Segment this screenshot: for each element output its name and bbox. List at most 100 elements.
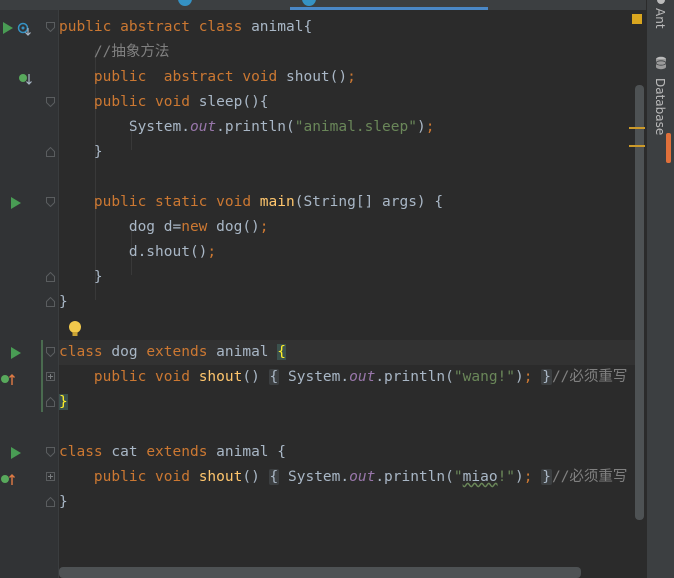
code-token: out [349, 369, 376, 385]
code-token: sleep [198, 94, 243, 110]
code-line[interactable]: } [59, 490, 635, 515]
ant-tool-icon[interactable] [657, 0, 665, 4]
code-line[interactable]: } [59, 140, 635, 165]
code-line[interactable]: } [59, 390, 635, 415]
code-line[interactable]: public void shout() { System.out.println… [59, 365, 635, 390]
code-token: abstract [163, 69, 243, 85]
class-tab-icon [178, 0, 192, 6]
ant-tool-button[interactable]: Ant [653, 8, 667, 29]
code-token: ; [207, 244, 217, 260]
code-line[interactable]: public abstract void shout(); [59, 65, 635, 90]
code-token: public [59, 69, 164, 85]
fold-end-icon[interactable] [46, 497, 55, 507]
fold-expand-icon[interactable] [46, 372, 55, 382]
fold-end-icon[interactable] [46, 397, 55, 407]
code-line[interactable]: System.out.println("animal.sleep"); [59, 115, 635, 140]
code-line[interactable]: } [59, 265, 635, 290]
code-token: () [242, 469, 269, 485]
code-token: new [181, 219, 217, 235]
vertical-scroll-thumb[interactable] [635, 85, 644, 520]
implemented-icon[interactable] [17, 21, 31, 36]
code-line[interactable]: class cat extends animal { [59, 440, 635, 465]
code-token: !" [497, 469, 516, 485]
error-stripe-marker[interactable] [629, 145, 645, 147]
code-token: (){ [242, 94, 269, 110]
code-line[interactable]: public void sleep(){ [59, 90, 635, 115]
code-line[interactable] [59, 315, 635, 340]
code-token[interactable]: { [268, 369, 280, 385]
code-token: void [155, 369, 199, 385]
code-token: ; [523, 469, 533, 485]
right-tool-window-bar: Ant Database [646, 0, 674, 578]
code-token: class [198, 19, 252, 35]
code-token: shout [198, 469, 243, 485]
code-line[interactable] [59, 165, 635, 190]
code-token: class [59, 444, 112, 460]
fold-end-icon[interactable] [46, 297, 55, 307]
run-class-cat-icon[interactable] [11, 447, 21, 459]
code-token: .println( [375, 369, 454, 385]
code-token: } [59, 294, 68, 310]
class-tab-icon [302, 0, 316, 6]
code-token: abstract [120, 19, 199, 35]
editor-tab-strip [0, 0, 646, 10]
code-token: " [453, 469, 463, 485]
code-token: dog [111, 344, 147, 360]
database-tool-button[interactable]: Database [653, 78, 667, 135]
fold-expand-icon[interactable] [46, 472, 55, 482]
fold-start-icon[interactable] [46, 447, 55, 457]
code-token: out [189, 119, 217, 135]
code-token: void [242, 69, 286, 85]
code-token: void [155, 94, 199, 110]
code-token: shout [198, 369, 243, 385]
horizontal-scrollbar[interactable] [59, 567, 581, 578]
vertical-scrollbar[interactable] [635, 10, 646, 578]
code-token: static [155, 194, 217, 210]
code-token[interactable]: } [541, 469, 552, 485]
fold-end-icon[interactable] [46, 147, 55, 157]
code-editor[interactable]: public abstract class animal{ //抽象方法 pub… [59, 10, 635, 578]
warning-indicator-icon[interactable] [632, 14, 642, 24]
code-token: extends [146, 344, 217, 360]
intention-bulb-icon[interactable] [68, 320, 82, 338]
code-token[interactable]: { [268, 469, 280, 485]
code-token: cat [111, 444, 147, 460]
code-line[interactable]: //抽象方法 [59, 40, 635, 65]
overrides-method-icon[interactable] [0, 471, 16, 485]
fold-start-icon[interactable] [46, 22, 55, 32]
code-token: () [242, 369, 269, 385]
code-line[interactable]: public abstract class animal{ [59, 15, 635, 40]
error-stripe-marker[interactable] [629, 127, 645, 129]
code-token: public [59, 369, 156, 385]
run-class-animal-icon[interactable] [3, 22, 13, 34]
run-main-icon[interactable] [11, 197, 21, 209]
code-token: } [59, 144, 103, 160]
code-token: main [259, 194, 295, 210]
run-class-dog-icon[interactable] [11, 347, 21, 359]
code-line[interactable] [59, 415, 635, 440]
caret-line-marker [41, 340, 43, 412]
code-token: class [59, 344, 112, 360]
fold-start-icon[interactable] [46, 197, 55, 207]
code-token: ) [416, 119, 426, 135]
code-line[interactable]: class dog extends animal { [59, 340, 635, 365]
overrides-method-icon[interactable] [0, 371, 16, 385]
code-line[interactable]: public void shout() { System.out.println… [59, 465, 635, 490]
code-token: ) [515, 369, 524, 385]
fold-start-icon[interactable] [46, 97, 55, 107]
implemented-method-icon[interactable] [18, 71, 34, 85]
fold-end-icon[interactable] [46, 272, 55, 282]
code-token: extends [146, 444, 217, 460]
fold-start-icon[interactable] [46, 347, 55, 357]
code-line[interactable]: public static void main(String[] args) { [59, 190, 635, 215]
code-token[interactable]: } [541, 369, 552, 385]
code-token: shout [286, 69, 330, 85]
code-token: } [59, 269, 103, 285]
code-line[interactable]: dog d=new dog(); [59, 215, 635, 240]
code-token: System. [279, 469, 350, 485]
code-token: out [349, 469, 376, 485]
code-line[interactable]: } [59, 290, 635, 315]
code-token: "animal.sleep" [294, 119, 417, 135]
code-line[interactable]: d.shout(); [59, 240, 635, 265]
